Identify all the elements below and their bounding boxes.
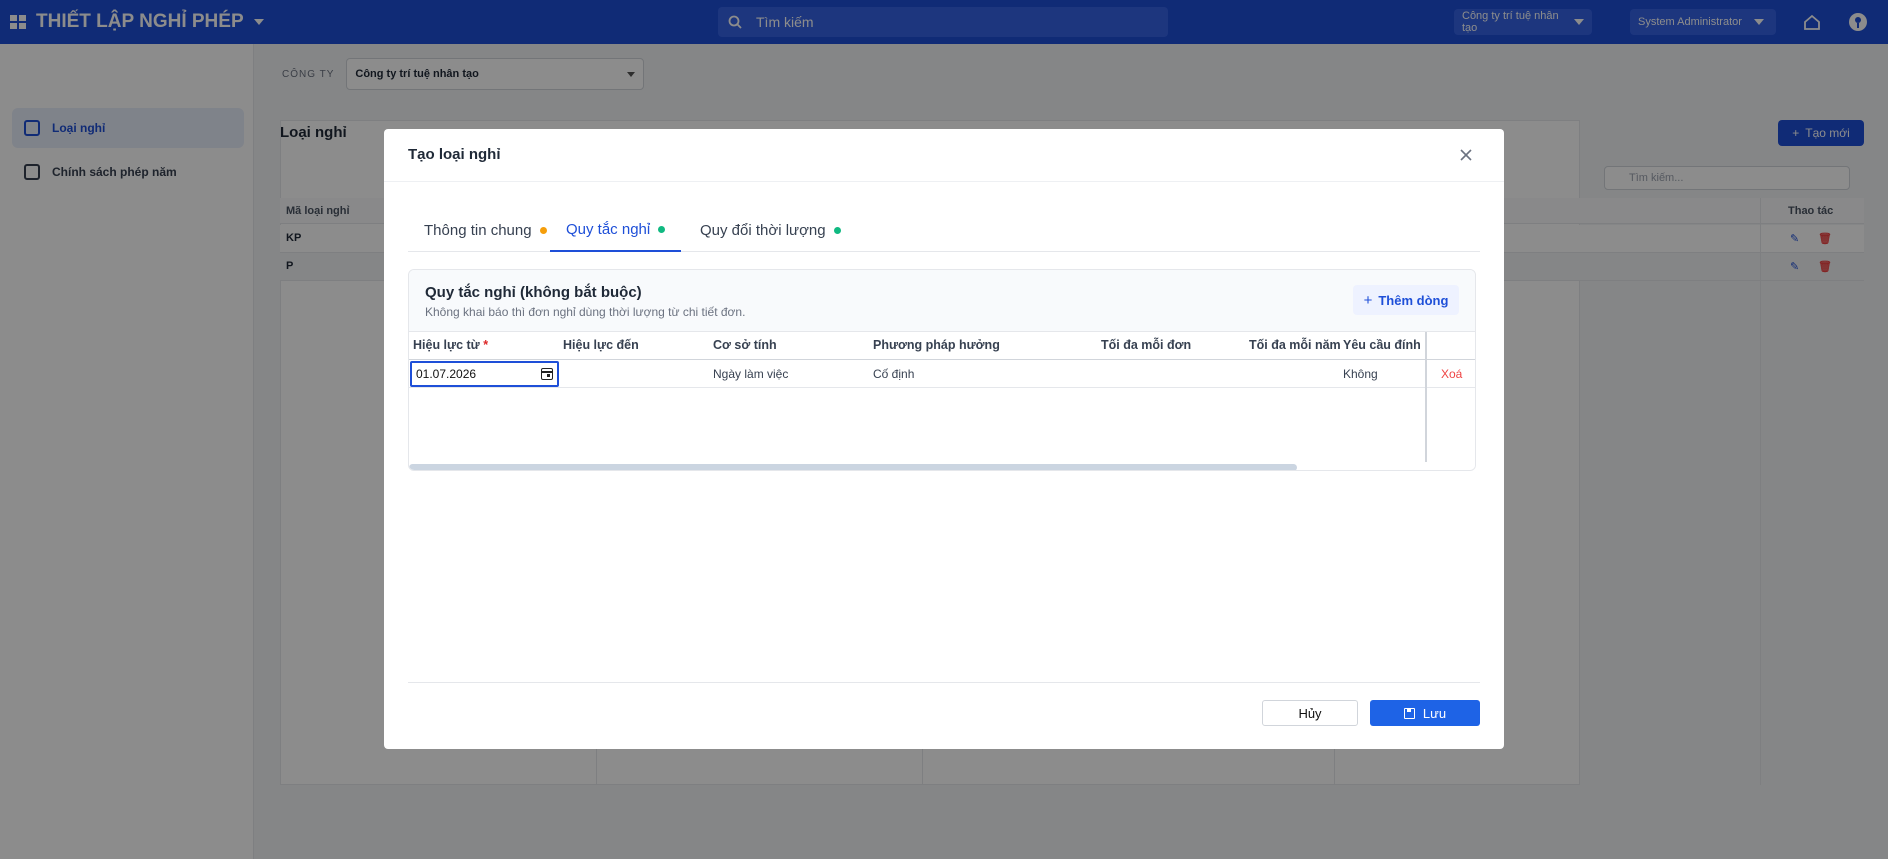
column-header-attachment: Yêu cầu đính k — [1343, 338, 1425, 352]
rules-subtitle: Không khai báo thì đơn nghỉ dùng thời lư… — [425, 305, 746, 319]
footer-divider — [408, 682, 1480, 683]
add-row-label: Thêm dòng — [1378, 292, 1449, 308]
save-icon — [1403, 707, 1415, 719]
tab-duration-conversion[interactable]: Quy đổi thời lượng — [684, 208, 857, 252]
basis-cell[interactable]: Ngày làm việc — [713, 367, 788, 381]
sticky-column-divider — [1425, 332, 1427, 462]
column-header-label: Hiệu lực từ — [413, 338, 480, 352]
rules-table-header: Hiệu lực từ * Hiệu lực đến Cơ sở tính Ph… — [409, 332, 1475, 360]
calendar-icon[interactable] — [541, 368, 553, 380]
effective-from-value: 01.07.2026 — [416, 367, 477, 381]
column-header-effective-to: Hiệu lực đến — [563, 338, 639, 352]
attachment-cell[interactable]: Không — [1343, 367, 1378, 381]
column-header-effective-from: Hiệu lực từ * — [413, 338, 488, 352]
add-row-button[interactable]: + Thêm dòng — [1353, 285, 1459, 315]
tab-label: Quy tắc nghỉ — [566, 220, 651, 238]
tab-label: Thông tin chung — [424, 221, 532, 239]
column-header-max-per-request: Tối đa mỗi đơn — [1101, 338, 1192, 352]
rules-title: Quy tắc nghỉ (không bắt buộc) — [425, 284, 642, 301]
tab-leave-rules[interactable]: Quy tắc nghỉ — [550, 208, 682, 252]
column-header-max-per-year: Tối đa mỗi năm — [1249, 338, 1341, 352]
tab-general-info[interactable]: Thông tin chung — [408, 208, 563, 252]
status-dot — [539, 226, 547, 234]
plus-icon: + — [1363, 291, 1373, 309]
dialog-tabs: Thông tin chung Quy tắc nghỉ Quy đổi thờ… — [408, 208, 1480, 252]
effective-from-date-input[interactable]: 01.07.2026 — [410, 361, 559, 387]
dialog-title: Tạo loại nghỉ — [408, 146, 501, 163]
column-header-method: Phương pháp hưởng — [873, 338, 1000, 352]
save-label: Lưu — [1422, 705, 1447, 721]
status-dot — [658, 225, 666, 233]
column-header-basis: Cơ sở tính — [713, 338, 777, 352]
status-dot — [833, 226, 841, 234]
method-cell[interactable]: Cố định — [873, 367, 914, 381]
delete-row-link[interactable]: Xoá — [1441, 367, 1462, 381]
horizontal-scrollbar-thumb[interactable] — [409, 464, 1297, 470]
tab-label: Quy đổi thời lượng — [700, 221, 826, 239]
cancel-button[interactable]: Hủy — [1262, 700, 1358, 726]
leave-rules-card: Quy tắc nghỉ (không bắt buộc) Không khai… — [408, 269, 1476, 471]
rules-card-header: Quy tắc nghỉ (không bắt buộc) Không khai… — [409, 270, 1475, 332]
required-mark: * — [483, 338, 489, 352]
dialog-header: Tạo loại nghỉ — [384, 129, 1504, 182]
close-icon[interactable] — [1456, 145, 1476, 165]
create-leave-type-dialog: Tạo loại nghỉ Thông tin chung Quy tắc ng… — [384, 129, 1504, 749]
table-row: 01.07.2026 Ngày làm việc Cố định Không X… — [409, 360, 1475, 388]
save-button[interactable]: Lưu — [1370, 700, 1480, 726]
